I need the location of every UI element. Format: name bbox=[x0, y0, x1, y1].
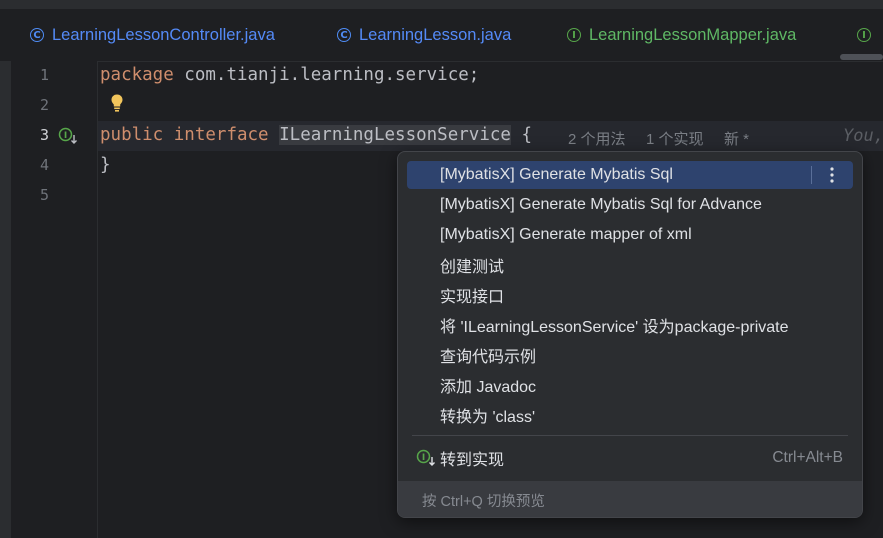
code-text: { bbox=[510, 125, 533, 145]
implementation-icon: I bbox=[416, 449, 435, 466]
popup-item-label: 查询代码示例 bbox=[440, 349, 537, 366]
popup-item-create-test[interactable]: 创建测试 bbox=[407, 251, 853, 279]
svg-text:I: I bbox=[64, 131, 67, 141]
title-strip bbox=[0, 0, 883, 9]
line-number: 1 bbox=[39, 66, 49, 84]
tab-label: LearningLesson.java bbox=[359, 25, 512, 44]
popup-item-label: [MybatisX] Generate Mybatis Sql for Adva… bbox=[440, 196, 762, 213]
author-hint[interactable]: You, bbox=[843, 126, 883, 146]
popup-item-label: 转到实现 bbox=[440, 452, 505, 469]
line-number: 3 bbox=[39, 126, 49, 144]
shortcut-label: Ctrl+Alt+B bbox=[772, 449, 843, 466]
tab-scrollbar[interactable] bbox=[840, 54, 883, 60]
popup-divider bbox=[412, 435, 848, 436]
editor-tab-bar: C LearningLessonController.java C Learni… bbox=[0, 9, 883, 62]
popup-item-find-code-examples[interactable]: 查询代码示例 bbox=[407, 341, 853, 369]
keyword: interface bbox=[173, 125, 269, 145]
tab-label: LearningLessonMapper.java bbox=[589, 25, 797, 44]
popup-item-convert-to-class[interactable]: 转换为 'class' bbox=[407, 401, 853, 429]
class-icon: C bbox=[30, 28, 44, 42]
popup-item-generate-mapper-xml[interactable]: [MybatisX] Generate mapper of xml bbox=[407, 221, 853, 249]
popup-item-generate-mybatis-sql-advance[interactable]: [MybatisX] Generate Mybatis Sql for Adva… bbox=[407, 191, 853, 219]
implemented-gutter-icon[interactable]: I bbox=[58, 127, 78, 145]
popup-footer: 按 Ctrl+Q 切换预览 bbox=[398, 481, 862, 517]
tab-learning-lesson-mapper[interactable]: I LearningLessonMapper.java bbox=[567, 9, 796, 61]
popup-item-label: [MybatisX] Generate Mybatis Sql bbox=[440, 166, 673, 183]
usages-hint[interactable]: 2 个用法 bbox=[568, 128, 626, 149]
left-tool-strip bbox=[0, 61, 11, 538]
implementations-hint[interactable]: 1 个实现 bbox=[646, 128, 704, 149]
interface-icon: I bbox=[567, 28, 581, 42]
intention-actions-popup: [MybatisX] Generate Mybatis Sql [Mybatis… bbox=[397, 151, 863, 518]
interface-icon: I bbox=[857, 28, 871, 42]
popup-item-goto-implementation[interactable]: I 转到实现 Ctrl+Alt+B bbox=[407, 444, 853, 472]
preview-toggle-hint: 按 Ctrl+Q 切换预览 bbox=[422, 494, 545, 510]
svg-text:I: I bbox=[422, 453, 425, 463]
code-line-1[interactable]: package com.tianji.learning.service; bbox=[100, 65, 479, 85]
new-hint[interactable]: 新 * bbox=[724, 128, 749, 149]
tab-label: LearningLessonController.java bbox=[52, 25, 275, 44]
line-number: 5 bbox=[39, 186, 49, 204]
popup-item-label: 添加 Javadoc bbox=[440, 379, 537, 396]
more-vertical-icon[interactable] bbox=[827, 165, 837, 185]
popup-item-add-javadoc[interactable]: 添加 Javadoc bbox=[407, 371, 853, 399]
popup-item-label: 将 'ILearningLessonService' 设为package-pri… bbox=[440, 319, 789, 336]
code-line-4[interactable]: } bbox=[100, 155, 111, 175]
popup-item-make-package-private[interactable]: 将 'ILearningLessonService' 设为package-pri… bbox=[407, 311, 853, 339]
popup-item-label: [MybatisX] Generate mapper of xml bbox=[440, 226, 692, 243]
keyword: package bbox=[100, 65, 174, 85]
tab-learning-lesson[interactable]: C LearningLesson.java bbox=[337, 9, 511, 61]
code-line-3[interactable]: public interface ILearningLessonService … bbox=[100, 125, 532, 145]
class-icon: C bbox=[337, 28, 351, 42]
line-number: 4 bbox=[39, 156, 49, 174]
line-number: 2 bbox=[39, 96, 49, 114]
keyword: public bbox=[100, 125, 164, 145]
interface-name[interactable]: ILearningLessonService bbox=[279, 125, 511, 145]
code-text: com.tianji.learning.service; bbox=[173, 65, 480, 85]
popup-item-implement-interface[interactable]: 实现接口 bbox=[407, 281, 853, 309]
tab-learning-lesson-controller[interactable]: C LearningLessonController.java bbox=[30, 9, 275, 61]
lightbulb-icon[interactable] bbox=[110, 93, 124, 113]
popup-item-label: 创建测试 bbox=[440, 259, 505, 276]
popup-item-label: 转换为 'class' bbox=[440, 409, 536, 426]
popup-item-label: 实现接口 bbox=[440, 289, 505, 306]
popup-item-generate-mybatis-sql[interactable]: [MybatisX] Generate Mybatis Sql bbox=[407, 161, 853, 189]
divider bbox=[811, 166, 812, 184]
